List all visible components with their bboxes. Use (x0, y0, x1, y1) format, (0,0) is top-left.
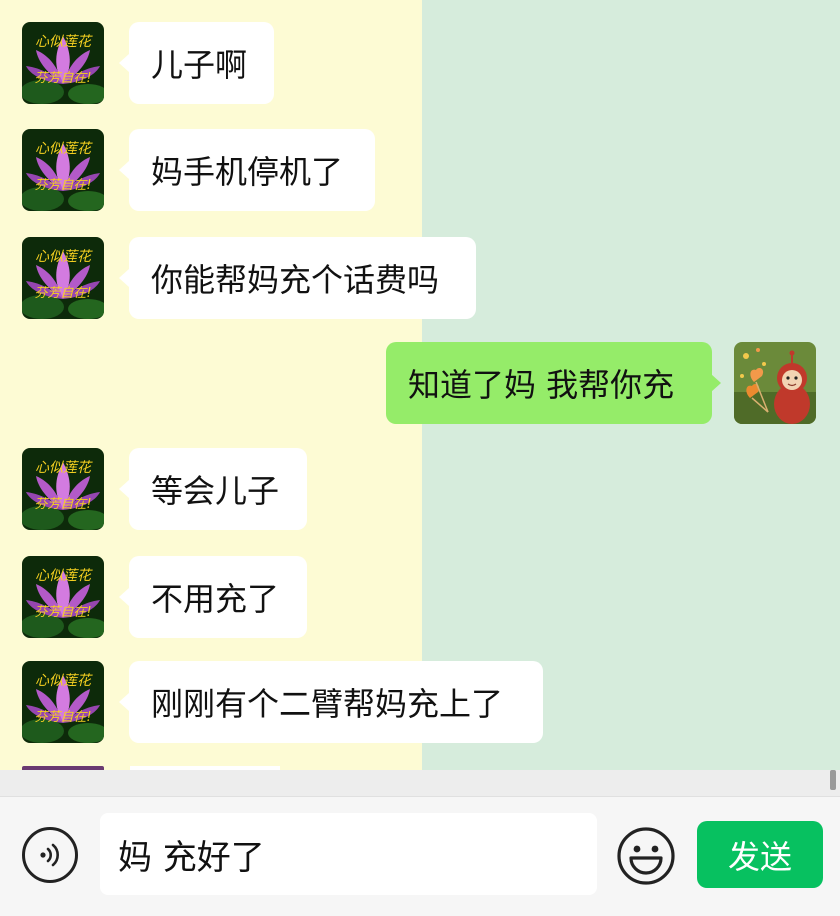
avatar-caption-bottom: 芬芳自在! (34, 710, 91, 725)
contact-avatar[interactable]: 心似莲花 芬芳自在! (22, 556, 104, 638)
avatar-caption-bottom: 芬芳自在! (34, 178, 91, 193)
avatar-caption-top: 心似莲花 (35, 568, 93, 584)
message-bubble-incoming[interactable]: 妈手机停机了 (129, 129, 375, 211)
avatar-caption-bottom: 芬芳自在! (34, 71, 91, 86)
contact-avatar[interactable]: 心似莲花 芬芳自在! (22, 448, 104, 530)
contact-avatar[interactable]: 心似莲花 芬芳自在! (22, 661, 104, 743)
bubble-tail (119, 161, 129, 179)
contact-avatar (22, 766, 104, 770)
chat-area[interactable]: 心似莲花 芬芳自在! 儿子啊 心似莲花 芬芳自在! 妈手机停机了 心似莲花 芬芳… (0, 0, 840, 770)
message-bubble-incoming[interactable]: 刚刚有个二臂帮妈充上了 (129, 661, 543, 743)
message-bubble-incoming[interactable]: 你能帮妈充个话费吗 (129, 237, 476, 319)
emoji-button[interactable] (616, 826, 676, 886)
chat-background-left (0, 0, 422, 770)
message-input[interactable]: 妈 充好了 (100, 813, 597, 895)
emoji-icon (617, 827, 675, 885)
avatar-caption-top: 心似莲花 (35, 249, 93, 265)
bubble-tail (711, 374, 721, 392)
contact-avatar[interactable]: 心似莲花 芬芳自在! (22, 129, 104, 211)
bubble-tail (119, 693, 129, 711)
avatar-caption-top: 心似莲花 (35, 460, 93, 476)
message-bubble-incoming[interactable]: 不用充了 (129, 556, 307, 638)
message-bubble-incoming (130, 766, 280, 770)
message-bubble-outgoing[interactable]: 知道了妈 我帮你充 (386, 342, 712, 424)
message-bubble-incoming[interactable]: 儿子啊 (129, 22, 274, 104)
message-bubble-incoming[interactable]: 等会儿子 (129, 448, 307, 530)
avatar-caption-bottom: 芬芳自在! (34, 605, 91, 620)
avatar-caption-top: 心似莲花 (35, 34, 93, 50)
my-avatar[interactable] (734, 342, 816, 424)
send-button[interactable]: 发送 (697, 821, 823, 888)
bubble-tail (119, 54, 129, 72)
scrollbar[interactable] (830, 770, 836, 790)
bubble-tail (119, 588, 129, 606)
voice-input-button[interactable] (22, 827, 78, 883)
avatar-caption-top: 心似莲花 (35, 673, 93, 689)
bubble-tail (119, 480, 129, 498)
voice-icon (40, 843, 59, 867)
message-row-partial (0, 766, 840, 770)
avatar-caption-bottom: 芬芳自在! (34, 497, 91, 512)
avatar-caption-bottom: 芬芳自在! (34, 286, 91, 301)
contact-avatar[interactable]: 心似莲花 芬芳自在! (22, 22, 104, 104)
contact-avatar[interactable]: 心似莲花 芬芳自在! (22, 237, 104, 319)
bubble-tail (119, 269, 129, 287)
avatar-caption-top: 心似莲花 (35, 141, 93, 157)
